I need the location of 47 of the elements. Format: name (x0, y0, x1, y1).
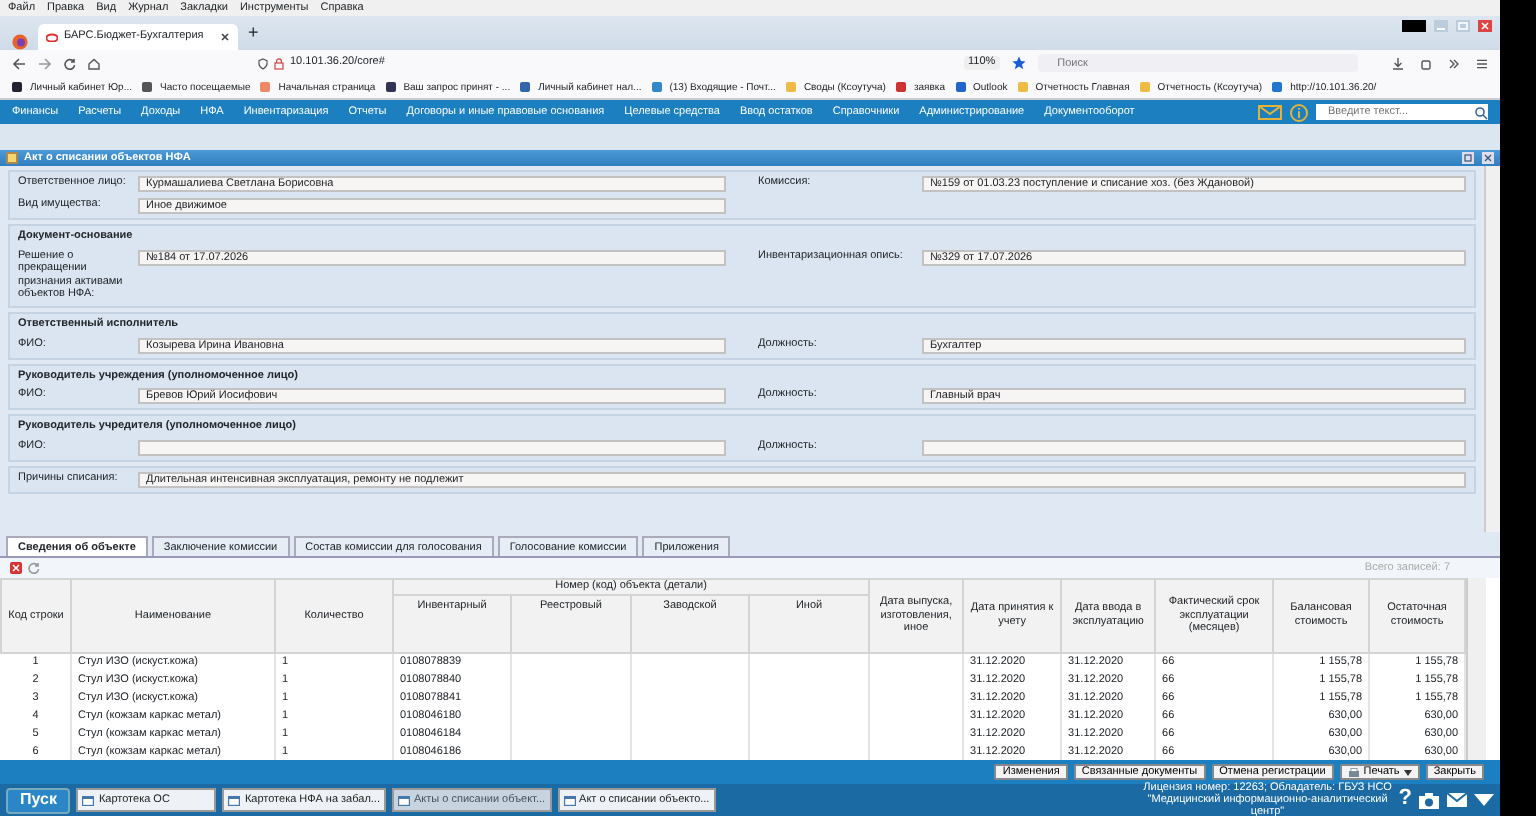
start-button[interactable]: Пуск (6, 787, 71, 813)
printer-icon (1347, 767, 1360, 777)
bookmark-icon (1272, 82, 1283, 92)
back-arrow-icon[interactable] (12, 57, 26, 69)
forward-arrow-icon[interactable] (38, 57, 52, 69)
document-icon (6, 152, 18, 164)
bookmark-icon (785, 82, 796, 92)
bookmark-icon (12, 82, 22, 92)
home-icon[interactable] (88, 57, 100, 69)
input-field[interactable] (138, 439, 726, 456)
envelope-icon[interactable] (1446, 792, 1468, 808)
caret-icon (1403, 769, 1412, 775)
new-tab-button[interactable]: + (248, 22, 259, 44)
search-icon[interactable] (1474, 105, 1488, 119)
bookmark-icon (142, 82, 153, 92)
refresh-icon[interactable] (28, 562, 40, 574)
close-icon[interactable] (1482, 152, 1494, 164)
bookmark-icon (1139, 82, 1150, 92)
star-icon[interactable] (1011, 56, 1026, 70)
redaction-block (1402, 20, 1426, 32)
bookmark-icon (520, 82, 531, 92)
window-icon (228, 795, 241, 805)
shield-icon (258, 57, 268, 69)
reload-icon[interactable] (64, 57, 76, 69)
scrollbar[interactable] (1484, 166, 1500, 532)
camera-icon[interactable] (1418, 791, 1440, 809)
input-field[interactable] (922, 439, 1466, 456)
down-arrow-icon[interactable] (1474, 794, 1494, 806)
bookmark-icon (1017, 82, 1028, 92)
bookmark-icon (385, 82, 396, 92)
lock-icon (274, 57, 284, 69)
bookmark-icon (955, 82, 965, 92)
help-button[interactable]: ? (1398, 786, 1412, 814)
window-icon (563, 795, 576, 805)
chevrons-icon[interactable] (1448, 57, 1460, 69)
download-icon[interactable] (1392, 57, 1404, 69)
window-icon (398, 795, 410, 805)
bookmark-icon (260, 82, 271, 92)
close-icon[interactable] (220, 32, 230, 42)
restore-icon[interactable] (1462, 152, 1474, 164)
delete-icon[interactable] (10, 562, 22, 574)
scrollbar[interactable] (1466, 578, 1487, 760)
bookmark-icon (651, 82, 662, 92)
window-icon (82, 795, 95, 805)
bookmark-icon (895, 82, 906, 92)
browser-logo-icon (12, 34, 28, 50)
menu-icon[interactable] (1476, 57, 1488, 69)
